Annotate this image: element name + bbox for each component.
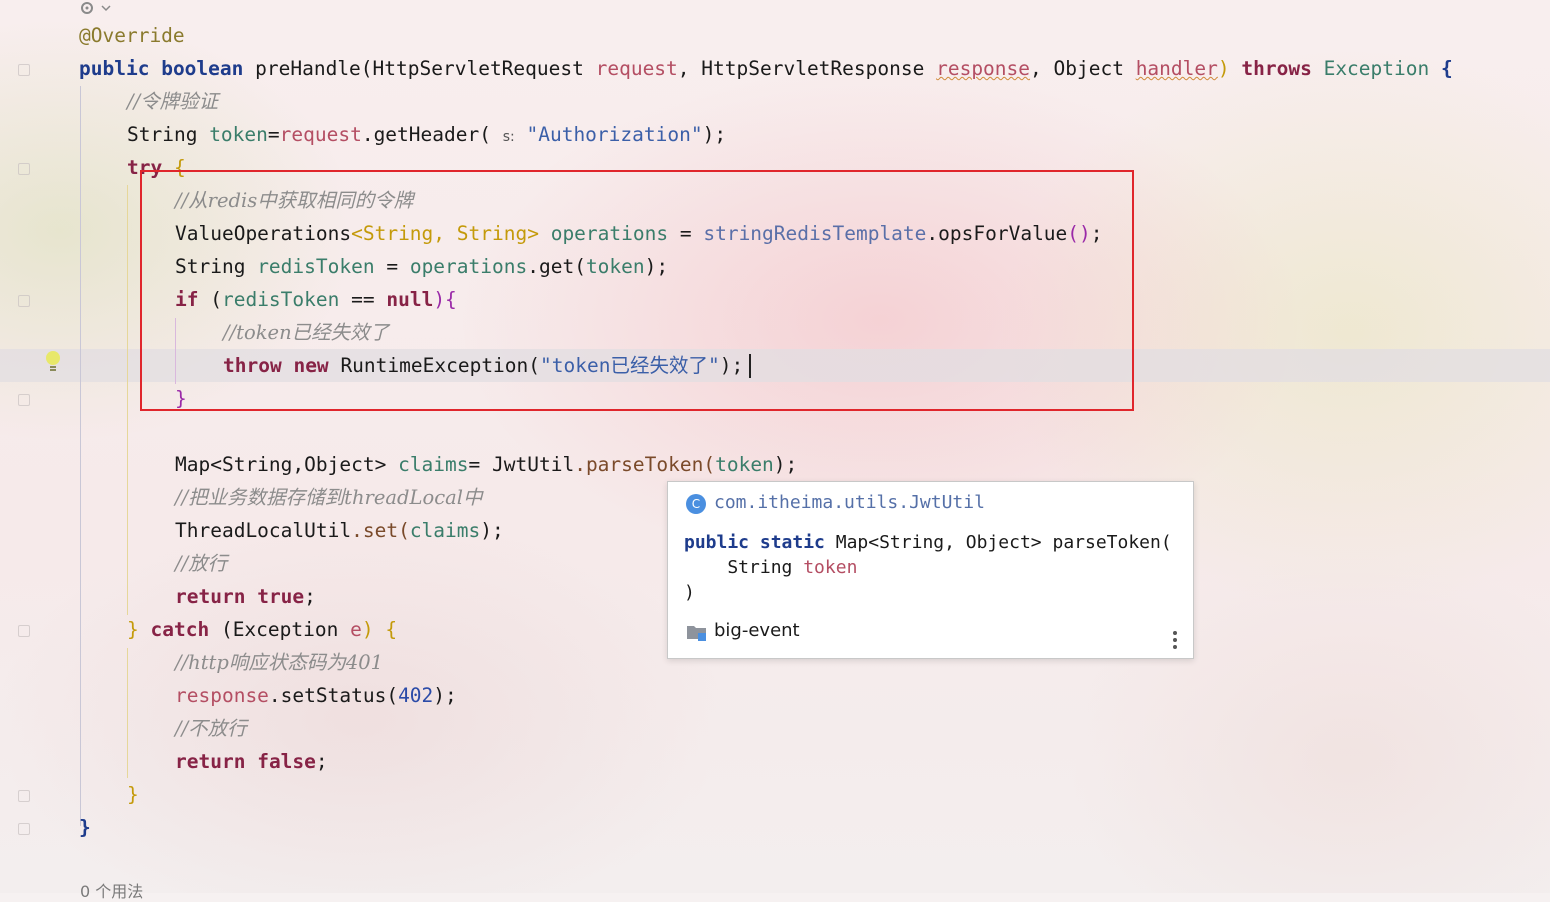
popup-signature: public static Map<String, Object> parseT… [684, 532, 1172, 603]
parameter-hint: s: [502, 129, 515, 145]
more-options-icon[interactable] [1172, 630, 1178, 650]
module-folder-icon [687, 626, 706, 641]
code-line-token: String token=request.getHeader( s: "Auth… [127, 123, 727, 146]
code-line-set-status: response.setStatus(402); [175, 684, 457, 707]
indent-guide [80, 86, 81, 826]
fold-marker-icon[interactable] [18, 64, 30, 76]
lightbulb-icon[interactable] [44, 350, 62, 374]
indent-guide [127, 185, 128, 615]
code-line-method-close: } [79, 816, 91, 839]
code-line-return-false: return false; [175, 750, 328, 773]
code-line-method-signature: public boolean preHandle(HttpServletRequ… [79, 57, 1453, 80]
fold-marker-icon[interactable] [18, 163, 30, 175]
popup-class-name[interactable]: com.itheima.utils.JwtUtil [714, 490, 985, 516]
indent-guide [127, 648, 128, 778]
code-comment: //http响应状态码为401 [175, 651, 384, 674]
fold-marker-icon[interactable] [18, 295, 30, 307]
code-comment: //放行 [175, 552, 228, 575]
code-line-return-true: return true; [175, 585, 316, 608]
code-line-threadlocal: ThreadLocalUtil.set(claims); [175, 519, 504, 542]
fold-marker-icon[interactable] [18, 394, 30, 406]
editor-gutter [0, 0, 70, 893]
highlight-box [140, 170, 1134, 411]
code-line-catch-close: } [127, 783, 139, 806]
fold-marker-icon[interactable] [18, 790, 30, 802]
gear-icon[interactable] [78, 0, 114, 16]
code-comment: //不放行 [175, 717, 247, 740]
fold-marker-icon[interactable] [18, 625, 30, 637]
code-line-catch: } catch (Exception e) { [127, 618, 398, 641]
code-line-claims: Map<String,Object> claims= JwtUtil.parse… [175, 453, 798, 476]
documentation-popup[interactable]: C com.itheima.utils.JwtUtil public stati… [667, 481, 1194, 659]
usages-count[interactable]: 0 个用法 [80, 878, 143, 902]
code-comment: //令牌验证 [127, 90, 219, 113]
text-cursor [749, 354, 751, 378]
fold-marker-icon[interactable] [18, 823, 30, 835]
popup-module-name: big-event [714, 620, 800, 641]
code-comment: //把业务数据存储到threadLocal中 [175, 486, 483, 509]
code-line-annotation: @Override [79, 24, 185, 47]
class-icon: C [686, 494, 706, 514]
